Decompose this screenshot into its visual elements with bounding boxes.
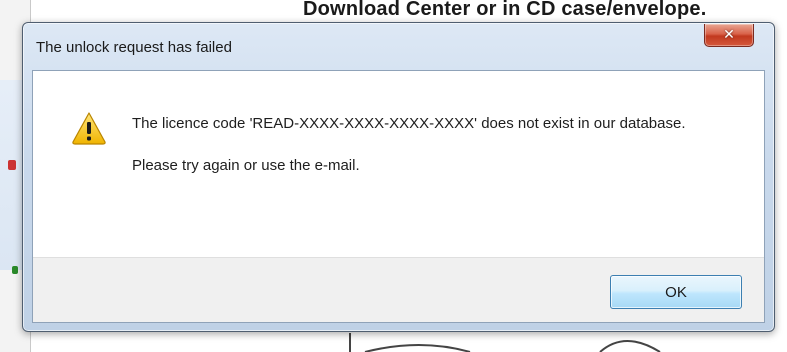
close-icon: ✕ — [723, 27, 735, 43]
dialog-button-bar: OK — [33, 257, 764, 322]
dialog-title: The unlock request has failed — [36, 39, 232, 56]
screen: Download Center or in CD case/envelope. … — [0, 0, 787, 352]
warning-icon — [72, 112, 106, 145]
error-dialog: The unlock request has failed ✕ The lice… — [22, 22, 775, 332]
dialog-message: The licence code 'READ-XXXX-XXXX-XXXX-XX… — [132, 113, 732, 176]
close-button[interactable]: ✕ — [704, 24, 754, 47]
ok-button[interactable]: OK — [610, 275, 742, 309]
dialog-client-area: The licence code 'READ-XXXX-XXXX-XXXX-XX… — [32, 70, 765, 323]
dialog-content: The licence code 'READ-XXXX-XXXX-XXXX-XX… — [33, 71, 764, 257]
message-line-2: Please try again or use the e-mail. — [132, 157, 360, 174]
dialog-title-bar[interactable]: The unlock request has failed ✕ — [23, 23, 774, 69]
message-line-1: The licence code 'READ-XXXX-XXXX-XXXX-XX… — [132, 115, 686, 132]
